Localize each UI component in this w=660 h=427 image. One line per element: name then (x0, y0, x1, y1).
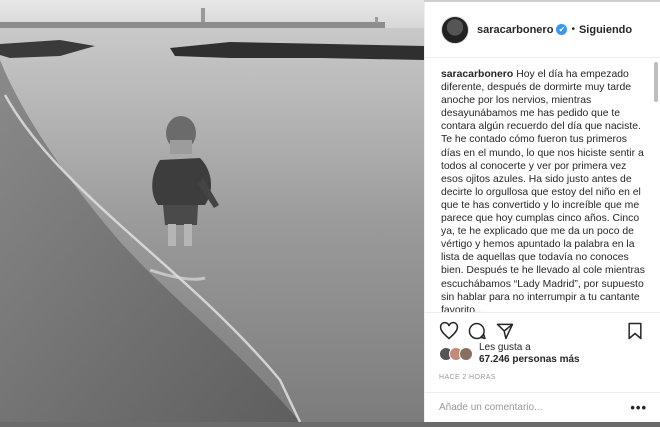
caption-area[interactable]: saracarbonero Hoy el día ha empezado dife… (425, 59, 660, 312)
post-header: saracarbonero ✔ • Siguiendo (425, 2, 660, 58)
share-icon[interactable] (495, 321, 515, 341)
bookmark-icon[interactable] (625, 321, 645, 341)
separator-dot: • (571, 24, 575, 35)
likes-text: Les gusta a 67.246 personas más (479, 342, 580, 366)
following-button[interactable]: Siguiendo (579, 24, 632, 36)
liker-avatar[interactable] (459, 347, 473, 361)
caption-text: Hoy el día ha empezado diferente, despué… (441, 69, 645, 312)
caption-username[interactable]: saracarbonero (441, 69, 513, 80)
beach-photo-image (0, 0, 424, 422)
more-options-icon[interactable]: ••• (630, 400, 647, 415)
post-timestamp[interactable]: HACE 2 HORAS (439, 374, 496, 381)
likes-prefix: Les gusta a (479, 342, 531, 353)
action-bar (425, 312, 660, 346)
username-link[interactable]: saracarbonero (477, 24, 553, 36)
likes-summary: Les gusta a 67.246 personas más (439, 342, 580, 366)
caption: saracarbonero Hoy el día ha empezado dife… (441, 68, 649, 312)
comment-bar: Añade un comentario... ••• (425, 392, 660, 422)
likes-count-link[interactable]: 67.246 personas más (479, 354, 580, 366)
backdrop-strip (0, 422, 660, 427)
comment-icon[interactable] (467, 321, 487, 341)
verified-badge-icon: ✔ (556, 24, 568, 35)
post-details-panel: saracarbonero ✔ • Siguiendo saracarboner… (424, 2, 660, 422)
caption-scrollbar[interactable] (654, 62, 658, 102)
post-photo (0, 0, 424, 422)
avatar[interactable] (441, 15, 469, 44)
heart-icon[interactable] (439, 321, 459, 341)
comment-input[interactable]: Añade un comentario... (439, 402, 630, 413)
